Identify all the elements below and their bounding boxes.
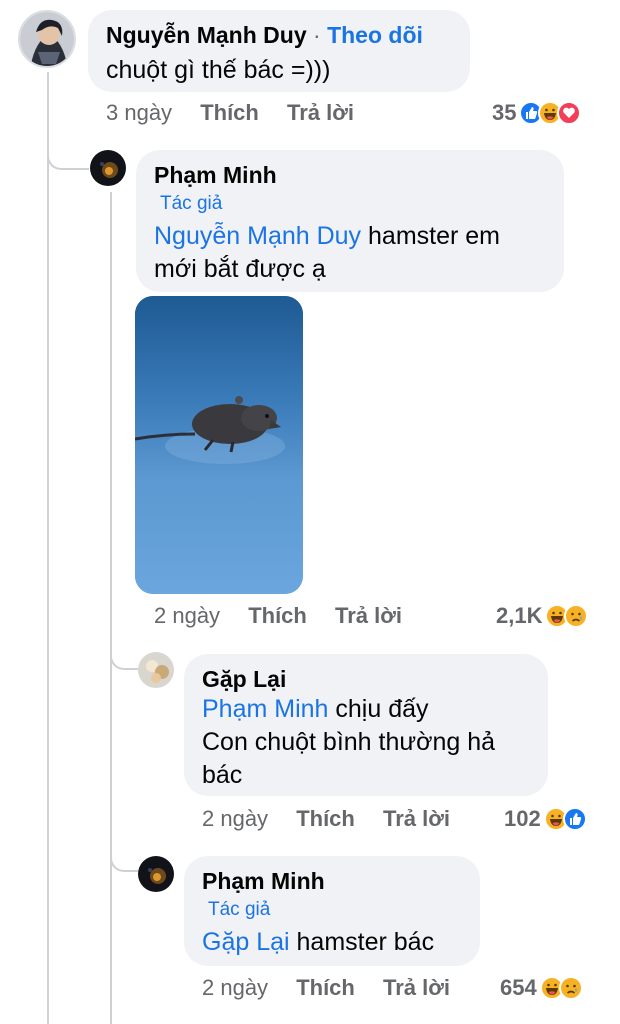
comment-actions: 3 ngày Thích Trả lời bbox=[106, 100, 354, 126]
reaction-count: 654 bbox=[500, 975, 537, 1000]
avatar[interactable] bbox=[90, 150, 126, 186]
comment-text: Phạm Minh chịu đấy Con chuột bình thường… bbox=[202, 693, 542, 792]
separator-dot: · bbox=[313, 22, 321, 48]
reaction-summary[interactable]: 102 bbox=[504, 806, 587, 832]
author-name[interactable]: Phạm Minh bbox=[202, 868, 325, 895]
comment-text-line1: hamster bác bbox=[289, 928, 435, 956]
reaction-count: 102 bbox=[504, 806, 541, 831]
attached-photo[interactable] bbox=[135, 296, 303, 594]
avatar[interactable] bbox=[138, 652, 174, 688]
thread-connector-3 bbox=[110, 850, 138, 872]
comment-text-line3: bác bbox=[202, 761, 243, 789]
comment-text: Nguyễn Mạnh Duy hamster em mới bắt được … bbox=[154, 220, 554, 286]
comment-actions: 2 ngày Thích Trả lời bbox=[202, 806, 450, 832]
reaction-summary[interactable]: 35 bbox=[492, 100, 582, 126]
like-icon bbox=[562, 807, 587, 831]
comment-time[interactable]: 2 ngày bbox=[202, 806, 268, 831]
thread-connector-1 bbox=[47, 148, 89, 170]
comment-time[interactable]: 2 ngày bbox=[202, 975, 268, 1000]
thread-connector-2 bbox=[110, 648, 138, 670]
reaction-count: 35 bbox=[492, 100, 517, 125]
comment-actions: 2 ngày Thích Trả lời bbox=[202, 975, 450, 1001]
mention-link[interactable]: Phạm Minh bbox=[202, 695, 328, 723]
reaction-summary[interactable]: 2,1K bbox=[496, 603, 589, 629]
comment-actions: 2 ngày Thích Trả lời bbox=[154, 603, 402, 629]
mention-link[interactable]: Gặp Lại bbox=[202, 928, 290, 956]
like-button[interactable]: Thích bbox=[248, 603, 307, 628]
mention-link[interactable]: Nguyễn Mạnh Duy bbox=[154, 222, 361, 250]
author-badge: Tác giả bbox=[160, 193, 223, 214]
reply-button[interactable]: Trả lời bbox=[383, 806, 450, 831]
reaction-count: 2,1K bbox=[496, 603, 543, 628]
comment-text-line2: mới bắt được ạ bbox=[154, 255, 326, 283]
comment-author[interactable]: Nguyễn Mạnh Duy · Theo dõi bbox=[106, 22, 423, 49]
author-name[interactable]: Phạm Minh bbox=[154, 162, 277, 189]
comment-text-line1: hamster em bbox=[361, 222, 500, 250]
comment-text-line2: Con chuột bình thường hả bbox=[202, 728, 496, 756]
reply-button[interactable]: Trả lời bbox=[383, 975, 450, 1000]
thread-line-reply bbox=[110, 192, 112, 1024]
sad-icon bbox=[558, 976, 583, 1000]
comment-time[interactable]: 3 ngày bbox=[106, 100, 172, 125]
thread-line-main bbox=[47, 72, 49, 1024]
avatar[interactable] bbox=[138, 856, 174, 892]
reaction-summary[interactable]: 654 bbox=[500, 975, 583, 1001]
comment-text: Gặp Lại hamster bác bbox=[202, 926, 472, 959]
comment-text: chuột gì thế bác =))) bbox=[106, 56, 331, 84]
author-name[interactable]: Gặp Lại bbox=[202, 666, 286, 693]
love-icon bbox=[557, 101, 582, 125]
reply-button[interactable]: Trả lời bbox=[287, 100, 354, 125]
comment-text-line1: chịu đấy bbox=[328, 695, 429, 723]
follow-link[interactable]: Theo dõi bbox=[327, 22, 423, 48]
reply-button[interactable]: Trả lời bbox=[335, 603, 402, 628]
mouse-image bbox=[135, 296, 303, 594]
author-name[interactable]: Nguyễn Mạnh Duy bbox=[106, 22, 307, 48]
like-button[interactable]: Thích bbox=[296, 806, 355, 831]
like-button[interactable]: Thích bbox=[200, 100, 259, 125]
sad-icon bbox=[564, 604, 589, 628]
like-button[interactable]: Thích bbox=[296, 975, 355, 1000]
author-badge: Tác giả bbox=[208, 899, 271, 920]
comment-time[interactable]: 2 ngày bbox=[154, 603, 220, 628]
avatar[interactable] bbox=[18, 10, 76, 68]
